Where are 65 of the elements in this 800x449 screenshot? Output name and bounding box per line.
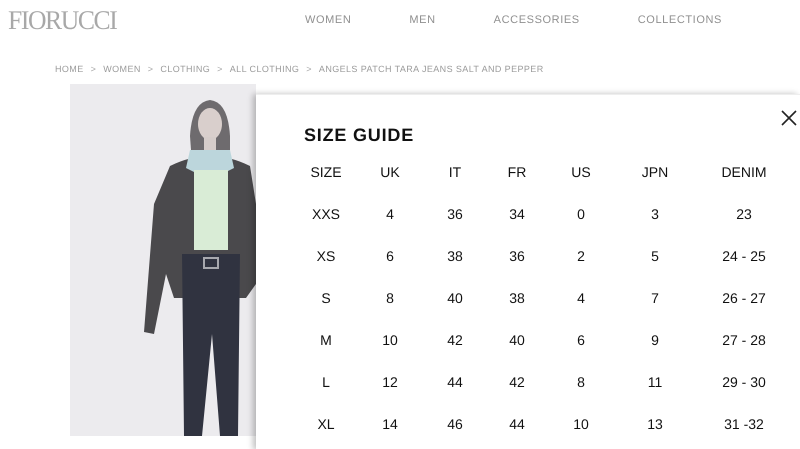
column-header: US (570, 163, 592, 182)
column-header: FR (506, 163, 528, 182)
table-cell-text: 11 (646, 373, 664, 392)
nav-link[interactable]: COLLECTIONS (638, 14, 722, 26)
column-header: IT (448, 163, 462, 182)
table-cell-text: 10 (572, 415, 590, 434)
table-cell-text: 24 - 25 (721, 247, 767, 266)
table-cell-text: L (321, 373, 331, 392)
table-cell-text: 7 (650, 289, 660, 308)
table-cell-text: 46 (446, 415, 464, 434)
table-cell-text: S (320, 289, 332, 308)
table-cell-text: 5 (650, 247, 660, 266)
table-cell-text: 12 (381, 373, 399, 392)
table-cell-text: 42 (446, 331, 464, 350)
table-cell-text: 31 -32 (723, 415, 765, 434)
breadcrumb-link[interactable]: CLOTHING (160, 64, 210, 74)
breadcrumb-separator: > (305, 64, 313, 74)
table-cell-text: XXS (310, 205, 341, 224)
table-cell-text: XS (316, 247, 336, 266)
table-cell-text: 13 (646, 415, 664, 434)
table-cell-text: 42 (508, 373, 526, 392)
table-cell-text: 4 (385, 205, 395, 224)
table-cell-text: 0 (576, 205, 586, 224)
size-guide-title: SIZE GUIDE (304, 125, 416, 146)
table-cell-text: 44 (508, 415, 526, 434)
table-cell-text: 29 - 30 (721, 373, 767, 392)
table-cell-text: 36 (508, 247, 526, 266)
table-cell-text: M (319, 331, 333, 350)
breadcrumb-link[interactable]: HOME (55, 64, 84, 74)
table-cell-text: 40 (508, 331, 526, 350)
table-cell-text: 36 (446, 205, 464, 224)
table-cell-text: 40 (446, 289, 464, 308)
table-cell-text: 4 (576, 289, 586, 308)
breadcrumb-separator: > (90, 64, 98, 74)
table-cell-text: 8 (576, 373, 586, 392)
table-cell-text: 44 (446, 373, 464, 392)
close-icon[interactable] (780, 109, 798, 127)
column-header: UK (379, 163, 401, 182)
column-header: DENIM (720, 163, 768, 182)
nav-link[interactable]: ACCESSORIES (494, 14, 580, 26)
breadcrumb-separator: > (216, 64, 224, 74)
nav-link[interactable]: MEN (409, 14, 436, 26)
nav-link[interactable]: WOMEN (305, 14, 352, 26)
table-cell-text: XL (316, 415, 336, 434)
table-cell-text: 38 (446, 247, 464, 266)
table-cell-text: 8 (385, 289, 395, 308)
column-header: SIZE (309, 163, 343, 182)
table-cell-text: 2 (576, 247, 586, 266)
table-cell-text: 6 (385, 247, 395, 266)
table-cell-text: 27 - 28 (721, 331, 767, 350)
logo[interactable]: FIORUCCI (8, 4, 116, 36)
breadcrumb-link[interactable]: ALL CLOTHING (230, 64, 300, 74)
table-cell-text: 6 (576, 331, 586, 350)
table-cell-text: 38 (508, 289, 526, 308)
table-cell-text: 10 (381, 331, 399, 350)
table-cell-text: 3 (650, 205, 660, 224)
table-cell-text: 26 - 27 (721, 289, 767, 308)
breadcrumb-separator: > (146, 64, 154, 74)
table-cell-text: 14 (381, 415, 399, 434)
column-header: JPN (640, 163, 670, 182)
table-cell-text: 9 (650, 331, 660, 350)
table-cell-text: 34 (508, 205, 526, 224)
breadcrumb-link[interactable]: WOMEN (103, 64, 141, 74)
breadcrumb-link[interactable]: ANGELS PATCH TARA JEANS SALT AND PEPPER (318, 64, 544, 74)
table-cell-text: 23 (735, 205, 753, 224)
